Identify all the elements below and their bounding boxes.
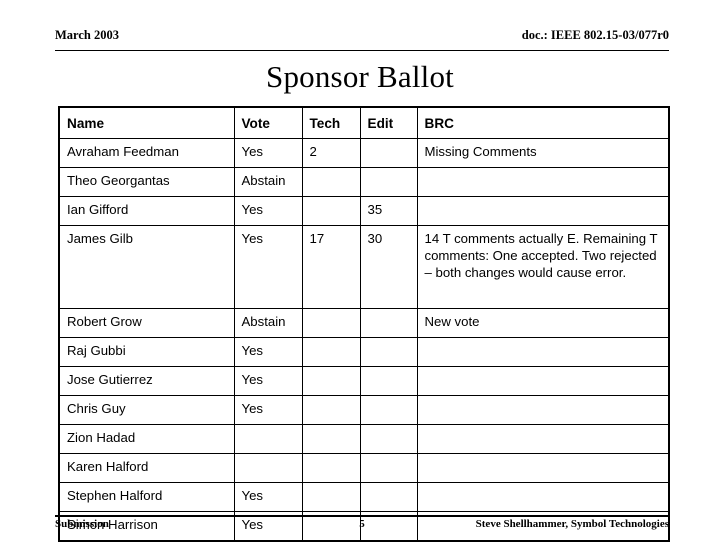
- cell-brc: [416, 453, 670, 483]
- table-row: Karen Halford: [58, 453, 670, 483]
- cell-brc: [416, 337, 670, 367]
- page-title: Sponsor Ballot: [266, 59, 454, 94]
- cell-tech: [301, 424, 361, 454]
- cell-edit: [359, 424, 418, 454]
- column-header-vote: Vote: [233, 106, 303, 139]
- cell-brc: [416, 167, 670, 197]
- cell-name: Stephen Halford: [58, 482, 235, 512]
- header-doc-reference: doc.: IEEE 802.15-03/077r0: [521, 28, 669, 42]
- cell-name: James Gilb: [58, 225, 235, 309]
- cell-brc: [416, 482, 670, 512]
- table-row: Robert Grow Abstain New vote: [58, 308, 670, 338]
- cell-brc: New vote: [416, 308, 670, 338]
- cell-brc: 14 T comments actually E. Remaining T co…: [416, 225, 670, 309]
- cell-name: Karen Halford: [58, 453, 235, 483]
- cell-edit: [359, 138, 418, 168]
- cell-edit: [359, 395, 418, 425]
- cell-vote: Yes: [233, 482, 303, 512]
- cell-tech: [301, 366, 361, 396]
- table-row: Chris Guy Yes: [58, 395, 670, 425]
- table-row: Stephen Halford Yes: [58, 482, 670, 512]
- cell-name: Robert Grow: [58, 308, 235, 338]
- cell-vote: Abstain: [233, 167, 303, 197]
- cell-edit: [359, 308, 418, 338]
- cell-vote: Yes: [233, 196, 303, 226]
- cell-vote: Abstain: [233, 308, 303, 338]
- table-header-row: Name Vote Tech Edit BRC: [58, 106, 670, 139]
- cell-vote: Yes: [233, 337, 303, 367]
- ballot-table: Name Vote Tech Edit BRC Avraham Feedman Y…: [58, 106, 670, 542]
- cell-name: Chris Guy: [58, 395, 235, 425]
- cell-tech: [301, 482, 361, 512]
- footer-submission-label: Submission: [55, 518, 109, 530]
- table-row: Zion Hadad: [58, 424, 670, 454]
- table-row: Jose Gutierrez Yes: [58, 366, 670, 396]
- cell-edit: 35: [359, 196, 418, 226]
- column-header-edit: Edit: [359, 106, 418, 139]
- cell-brc: [416, 395, 670, 425]
- cell-tech: [301, 167, 361, 197]
- cell-brc: [416, 366, 670, 396]
- cell-name: Theo Georgantas: [58, 167, 235, 197]
- table-row: Avraham Feedman Yes 2 Missing Comments: [58, 138, 670, 168]
- slide-footer: Submission 5 Steve Shellhammer, Symbol T…: [55, 515, 669, 531]
- column-header-tech: Tech: [301, 106, 361, 139]
- cell-brc: [416, 196, 670, 226]
- table-row: Raj Gubbi Yes: [58, 337, 670, 367]
- cell-brc: [416, 424, 670, 454]
- cell-vote: Yes: [233, 395, 303, 425]
- ballot-table-container: Name Vote Tech Edit BRC Avraham Feedman Y…: [58, 106, 670, 542]
- ballot-table-body: Avraham Feedman Yes 2 Missing Comments Theo …: [58, 138, 670, 542]
- cell-vote: [233, 424, 303, 454]
- cell-tech: [301, 337, 361, 367]
- cell-edit: 30: [359, 225, 418, 309]
- cell-name: Avraham Feedman: [58, 138, 235, 168]
- cell-vote: Yes: [233, 138, 303, 168]
- cell-tech: 17: [301, 225, 361, 309]
- cell-name: Zion Hadad: [58, 424, 235, 454]
- cell-tech: [301, 196, 361, 226]
- slide-canvas: March 2003 doc.: IEEE 802.15-03/077r0 Sp…: [0, 0, 720, 542]
- cell-name: Jose Gutierrez: [58, 366, 235, 396]
- cell-edit: [359, 167, 418, 197]
- cell-edit: [359, 366, 418, 396]
- cell-vote: [233, 453, 303, 483]
- cell-edit: [359, 453, 418, 483]
- cell-edit: [359, 482, 418, 512]
- table-row: Ian Gifford Yes 35: [58, 196, 670, 226]
- table-row: James Gilb Yes 17 30 14 T comments actually …: [58, 225, 670, 309]
- column-header-name: Name: [58, 106, 235, 139]
- cell-tech: [301, 395, 361, 425]
- cell-vote: Yes: [233, 225, 303, 309]
- cell-brc: Missing Comments: [416, 138, 670, 168]
- cell-tech: [301, 453, 361, 483]
- slide-header: March 2003 doc.: IEEE 802.15-03/077r0: [55, 28, 669, 51]
- footer-author: Steve Shellhammer, Symbol Technologies: [475, 518, 669, 530]
- cell-vote: Yes: [233, 366, 303, 396]
- column-header-brc: BRC: [416, 106, 670, 139]
- cell-tech: [301, 308, 361, 338]
- table-row: Theo Georgantas Abstain: [58, 167, 670, 197]
- header-date: March 2003: [55, 28, 119, 42]
- cell-name: Ian Gifford: [58, 196, 235, 226]
- cell-tech: 2: [301, 138, 361, 168]
- cell-name: Raj Gubbi: [58, 337, 235, 367]
- cell-edit: [359, 337, 418, 367]
